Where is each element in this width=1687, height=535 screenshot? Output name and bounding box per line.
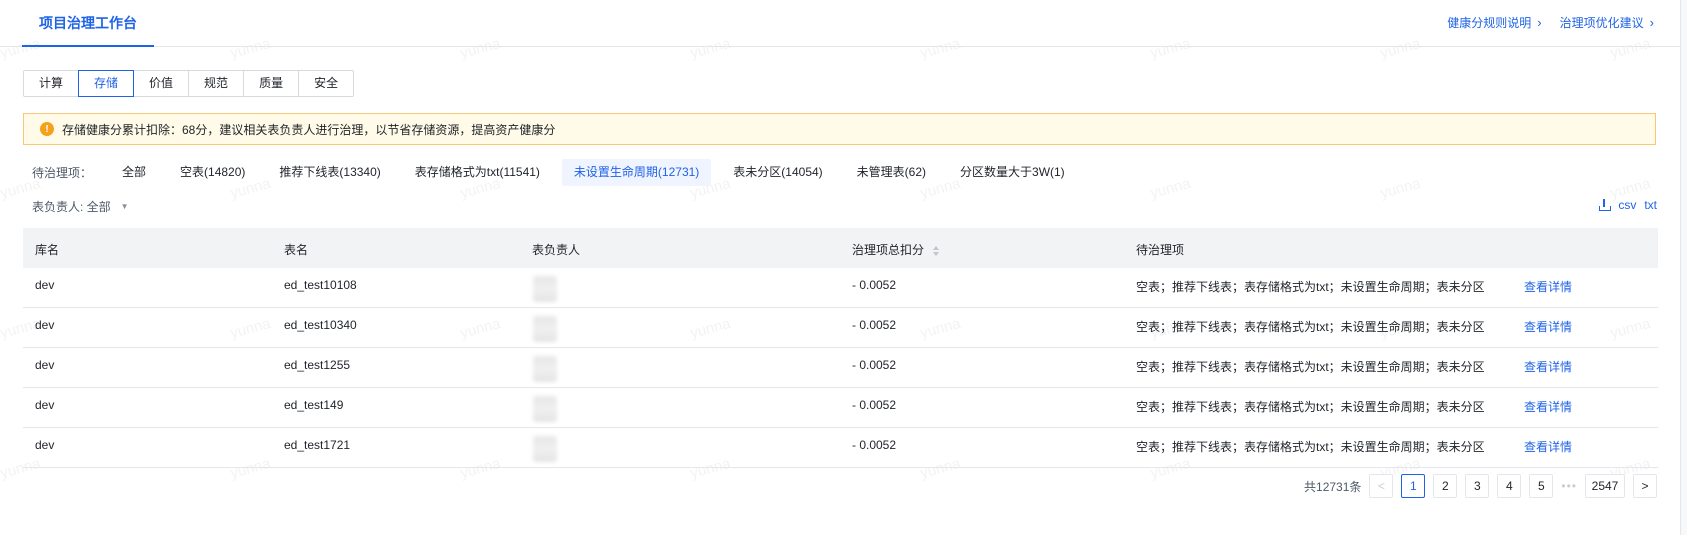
category-tab-security[interactable]: 安全 xyxy=(298,70,355,97)
cell-score: - 0.0052 xyxy=(852,358,897,372)
optimization-advice-label: 治理项优化建议 xyxy=(1559,16,1644,30)
pagination-ellipsis[interactable]: ••• xyxy=(1561,479,1577,493)
view-details-link[interactable]: 查看详情 xyxy=(1524,358,1572,375)
health-rules-label: 健康分规则说明 xyxy=(1447,16,1532,30)
view-details-link[interactable]: 查看详情 xyxy=(1524,398,1572,415)
cell-score: - 0.0052 xyxy=(852,398,897,412)
prev-page-button[interactable]: < xyxy=(1369,474,1394,498)
table-row: dev ed_test10108 - 0.0052 空表；推荐下线表；表存储格式… xyxy=(23,268,1658,308)
watermark-text: yunna xyxy=(1148,175,1193,202)
cell-db: dev xyxy=(35,318,55,332)
cell-table: ed_test1721 xyxy=(284,438,351,452)
caret-down-icon: ▼ xyxy=(120,202,129,211)
page-button-4[interactable]: 4 xyxy=(1497,474,1522,498)
page-button-last[interactable]: 2547 xyxy=(1585,474,1625,498)
health-rules-link[interactable]: 健康分规则说明 › xyxy=(1447,14,1541,31)
pagination: 共12731条 < 1 2 3 4 5 ••• 2547 > xyxy=(1304,474,1657,498)
header-table: 表名 xyxy=(284,243,309,257)
cell-items: 空表；推荐下线表；表存储格式为txt；未设置生命周期；表未分区 xyxy=(1136,360,1485,374)
page-button-3[interactable]: 3 xyxy=(1465,474,1490,498)
table-row: dev ed_test149 - 0.0052 空表；推荐下线表；表存储格式为t… xyxy=(23,388,1658,428)
sort-icon[interactable] xyxy=(933,245,940,256)
filter-all[interactable]: 全部 xyxy=(110,159,158,186)
page-button-1[interactable]: 1 xyxy=(1401,474,1426,498)
table-header: 库名 表名 表负责人 治理项总扣分 待治理项 xyxy=(23,228,1658,268)
cell-score: - 0.0052 xyxy=(852,318,897,332)
cell-score: - 0.0052 xyxy=(852,278,897,292)
storage-health-alert: ! 存储健康分累计扣除：68分，建议相关表负责人进行治理，以节省存储资源，提高资… xyxy=(23,113,1656,145)
view-details-link[interactable]: 查看详情 xyxy=(1524,318,1572,335)
filter-recommend-offline[interactable]: 推荐下线表(13340) xyxy=(267,159,392,186)
filter-no-lifecycle[interactable]: 未设置生命周期(12731) xyxy=(561,159,712,186)
cell-table: ed_test1255 xyxy=(284,358,351,372)
cell-db: dev xyxy=(35,398,55,412)
cell-table: ed_test149 xyxy=(284,398,344,412)
cell-score: - 0.0052 xyxy=(852,438,897,452)
cell-db: dev xyxy=(35,358,55,372)
owner-redacted xyxy=(533,436,557,462)
table-row: dev ed_test1721 - 0.0052 空表；推荐下线表；表存储格式为… xyxy=(23,428,1658,468)
top-header: 项目治理工作台 健康分规则说明 › 治理项优化建议 › xyxy=(0,0,1680,47)
category-tab-quality[interactable]: 质量 xyxy=(243,70,300,97)
governance-item-filters: 待治理项： 全部 空表(14820) 推荐下线表(13340) 表存储格式为tx… xyxy=(32,159,1087,186)
cell-items: 空表；推荐下线表；表存储格式为txt；未设置生命周期；表未分区 xyxy=(1136,280,1485,294)
download-icon xyxy=(1598,199,1612,211)
header-links: 健康分规则说明 › 治理项优化建议 › xyxy=(1447,14,1654,31)
filter-label: 待治理项： xyxy=(32,166,93,180)
category-tab-standard[interactable]: 规范 xyxy=(188,70,245,97)
category-segmented-control: 计算 存储 价值 规范 质量 安全 xyxy=(23,70,355,97)
page-button-2[interactable]: 2 xyxy=(1433,474,1458,498)
export-actions: csv txt xyxy=(1598,198,1657,212)
owner-select-label: 表负责人: 全部 xyxy=(32,200,111,214)
category-tab-compute[interactable]: 计算 xyxy=(23,70,80,97)
chevron-right-icon: › xyxy=(1537,15,1542,30)
filter-empty-table[interactable]: 空表(14820) xyxy=(168,159,257,186)
owner-redacted xyxy=(533,276,557,302)
owner-select[interactable]: 表负责人: 全部 ▼ xyxy=(32,198,129,215)
page-scrollbar[interactable] xyxy=(1680,0,1687,535)
view-details-link[interactable]: 查看详情 xyxy=(1524,278,1572,295)
governance-table: 库名 表名 表负责人 治理项总扣分 待治理项 dev ed_test10108 … xyxy=(23,228,1658,468)
filter-partition-over-30k[interactable]: 分区数量大于3W(1) xyxy=(948,159,1077,186)
cell-items: 空表；推荐下线表；表存储格式为txt；未设置生命周期；表未分区 xyxy=(1136,320,1485,334)
owner-redacted xyxy=(533,396,557,422)
filter-txt-format[interactable]: 表存储格式为txt(11541) xyxy=(403,159,552,186)
watermark-text: yunna xyxy=(1378,175,1423,202)
cell-items: 空表；推荐下线表；表存储格式为txt；未设置生命周期；表未分区 xyxy=(1136,440,1485,454)
header-score[interactable]: 治理项总扣分 xyxy=(852,241,940,258)
cell-items: 空表；推荐下线表；表存储格式为txt；未设置生命周期；表未分区 xyxy=(1136,400,1485,414)
header-score-label: 治理项总扣分 xyxy=(852,243,925,257)
cell-db: dev xyxy=(35,438,55,452)
view-details-link[interactable]: 查看详情 xyxy=(1524,438,1572,455)
export-csv-link[interactable]: csv xyxy=(1618,198,1636,212)
cell-db: dev xyxy=(35,278,55,292)
owner-redacted xyxy=(533,356,557,382)
export-txt-link[interactable]: txt xyxy=(1644,198,1657,212)
table-row: dev ed_test10340 - 0.0052 空表；推荐下线表；表存储格式… xyxy=(23,308,1658,348)
next-page-button[interactable]: > xyxy=(1633,474,1657,498)
cell-table: ed_test10340 xyxy=(284,318,357,332)
cell-table: ed_test10108 xyxy=(284,278,357,292)
header-items: 待治理项 xyxy=(1136,243,1185,257)
filter-unmanaged-table[interactable]: 未管理表(62) xyxy=(845,159,938,186)
warning-icon: ! xyxy=(40,122,54,136)
alert-text: 存储健康分累计扣除：68分，建议相关表负责人进行治理，以节省存储资源，提高资产健… xyxy=(62,122,556,137)
page-button-5[interactable]: 5 xyxy=(1529,474,1554,498)
category-tab-value[interactable]: 价值 xyxy=(133,70,190,97)
owner-redacted xyxy=(533,316,557,342)
table-row: dev ed_test1255 - 0.0052 空表；推荐下线表；表存储格式为… xyxy=(23,348,1658,388)
pagination-total: 共12731条 xyxy=(1304,479,1362,494)
filter-not-partitioned[interactable]: 表未分区(14054) xyxy=(721,159,834,186)
category-tab-storage[interactable]: 存储 xyxy=(78,70,135,97)
chevron-right-icon: › xyxy=(1649,15,1654,30)
header-owner: 表负责人 xyxy=(532,243,581,257)
optimization-advice-link[interactable]: 治理项优化建议 › xyxy=(1560,14,1654,31)
header-tab-governance[interactable]: 项目治理工作台 xyxy=(22,0,154,47)
header-db: 库名 xyxy=(35,243,60,257)
